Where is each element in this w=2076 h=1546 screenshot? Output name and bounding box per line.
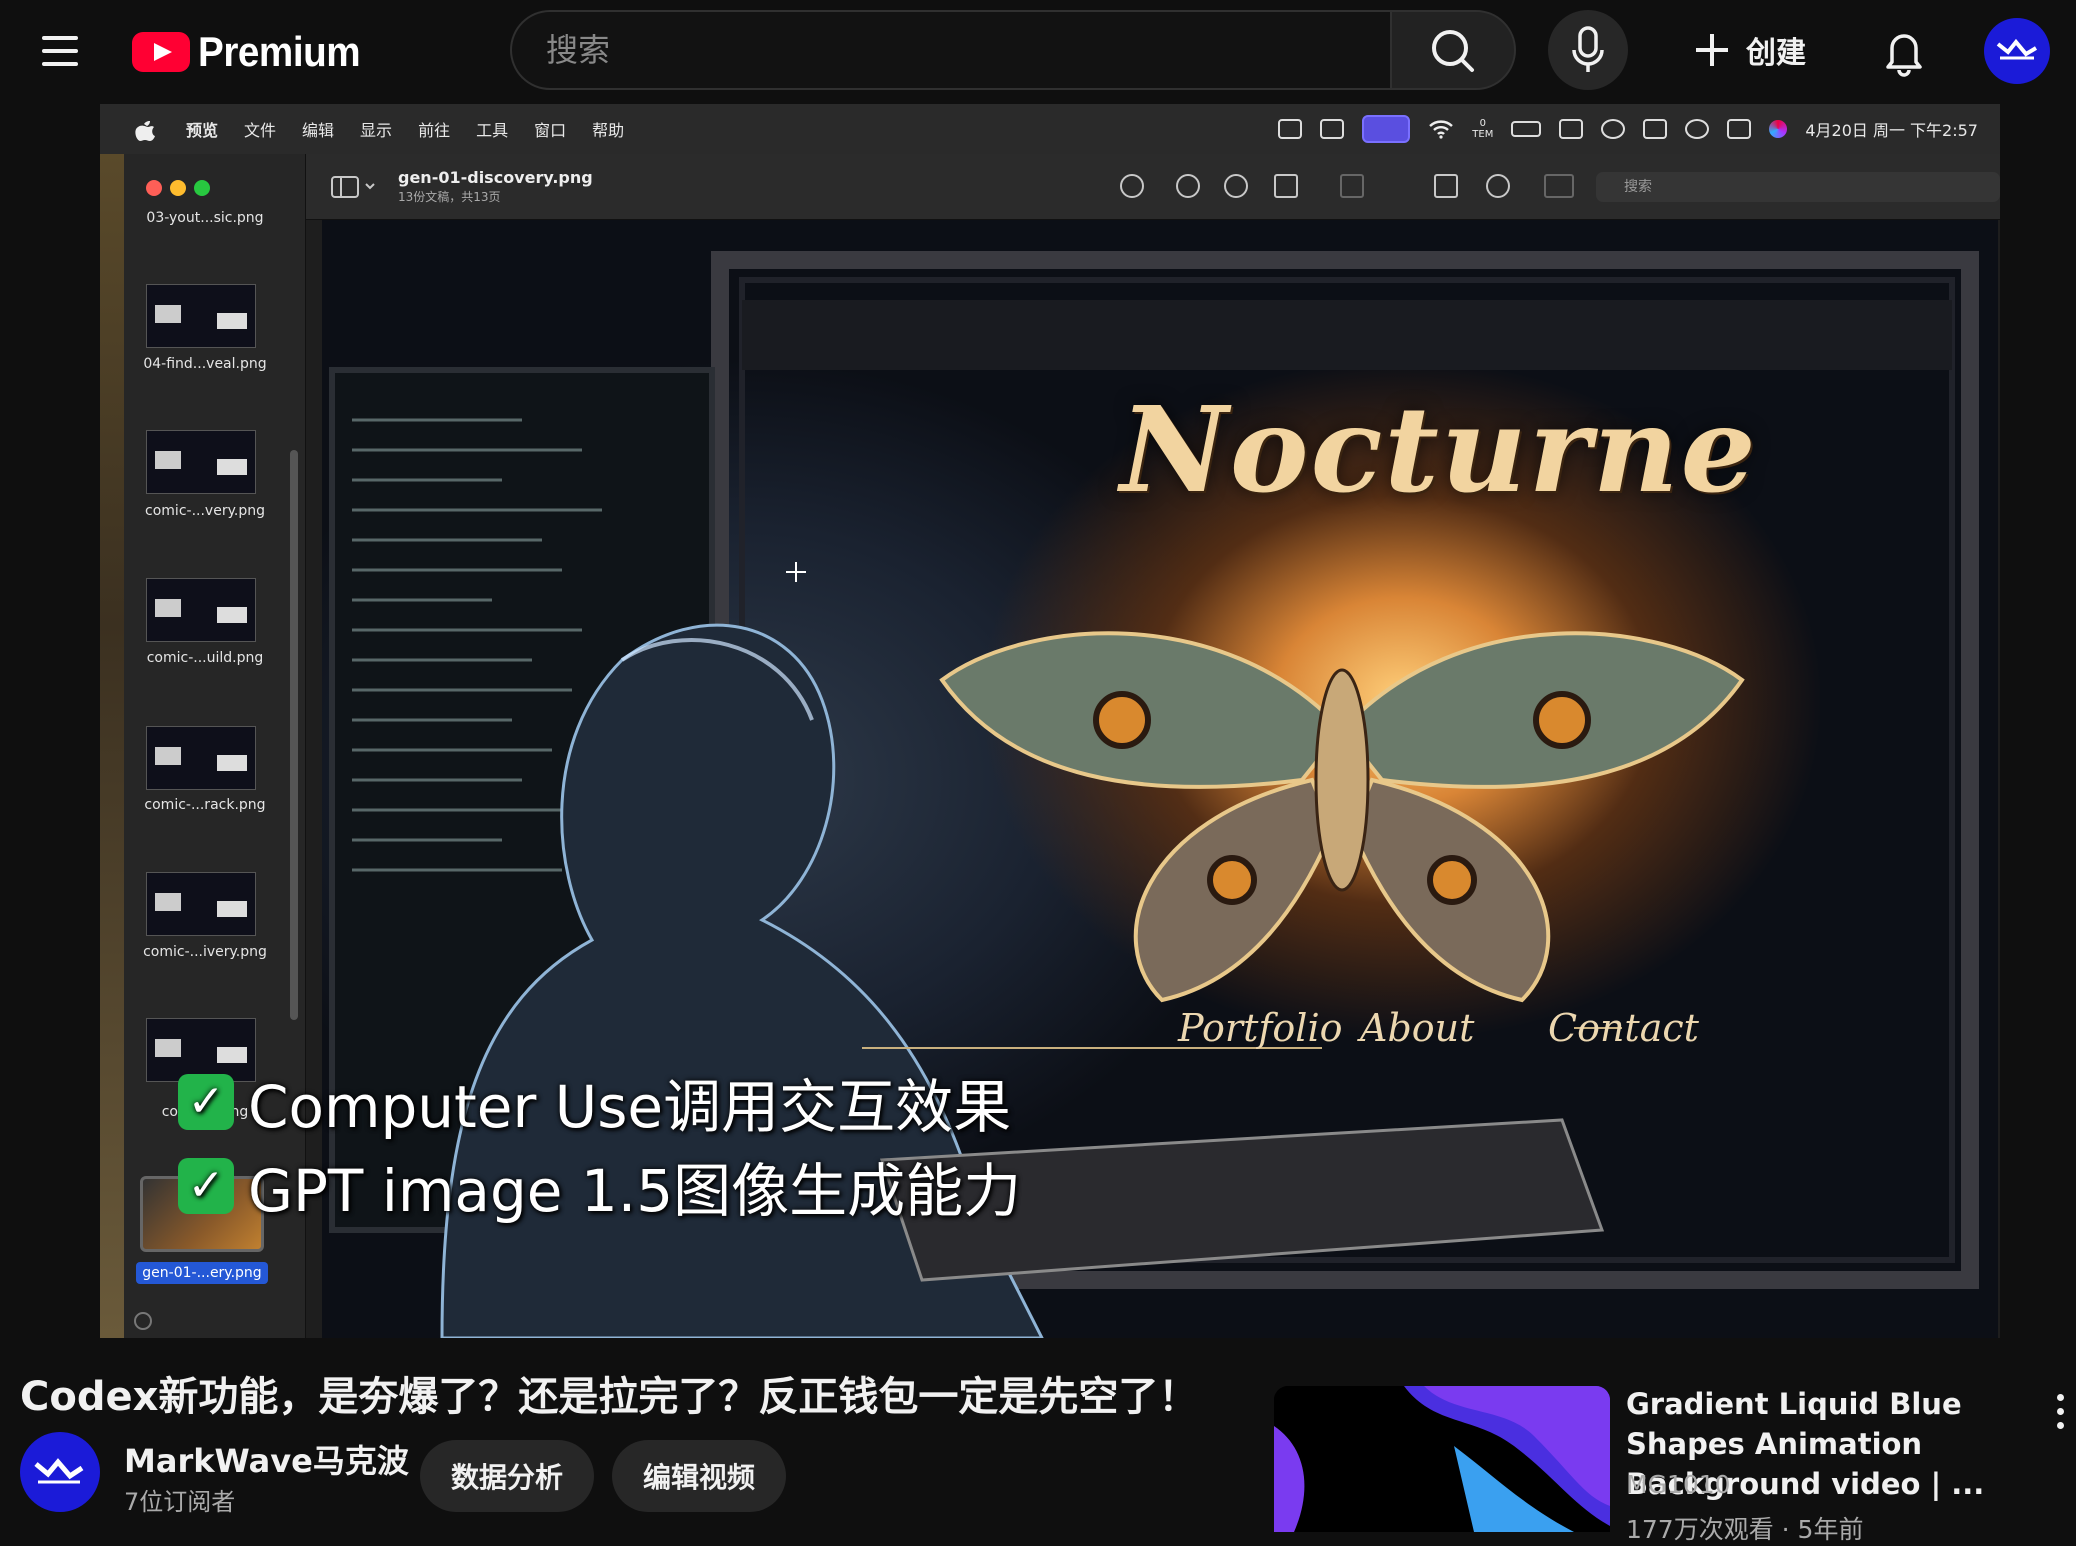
gradient-liquid-thumbnail <box>1274 1386 1610 1532</box>
caption-text-2: GPT image 1.5图像生成能力 <box>248 1157 1022 1225</box>
temperature-readout[interactable]: 0 TEM <box>1472 118 1493 140</box>
channel-logo-icon <box>34 1458 84 1484</box>
artwork-title: Nocturne <box>1120 380 1758 519</box>
siri-icon[interactable] <box>1769 120 1788 138</box>
annotate-icon[interactable] <box>1544 174 1574 198</box>
artwork-nav-about: About <box>1360 1006 1475 1050</box>
control-center-icon[interactable] <box>1727 119 1752 139</box>
mac-menu-file[interactable]: 文件 <box>244 117 276 141</box>
accessibility-icon[interactable] <box>1685 119 1710 139</box>
crosshair-cursor-icon <box>786 562 806 582</box>
markup-pen-icon[interactable] <box>1340 174 1364 198</box>
share-icon[interactable] <box>1274 174 1298 198</box>
recommended-video-channel[interactable]: MG1010 <box>1626 1470 1731 1499</box>
x-app-icon[interactable] <box>1278 119 1303 139</box>
edit-video-button[interactable]: 编辑视频 <box>612 1440 786 1512</box>
caption-text-1: Computer Use调用交互效果 <box>248 1073 1012 1141</box>
bell-icon <box>1886 34 1922 77</box>
temperature-value: 0 <box>1479 118 1486 129</box>
wifi-icon[interactable] <box>1428 119 1454 139</box>
mac-menu-bar: 预览 文件 编辑 显示 前往 工具 窗口 帮助 0 TEM 4月20日 周一 下… <box>100 104 2000 154</box>
recommended-video-thumbnail[interactable] <box>1274 1386 1610 1532</box>
channel-avatar[interactable] <box>20 1432 100 1512</box>
mac-menu-edit[interactable]: 编辑 <box>302 117 334 141</box>
search-icon <box>1432 30 1474 72</box>
apple-icon <box>135 121 155 141</box>
create-button[interactable]: 创建 <box>1692 20 1832 80</box>
screen-mirroring-icon[interactable] <box>1362 115 1411 143</box>
mac-menu-tools[interactable]: 工具 <box>476 117 508 141</box>
artwork-nav-portfolio: Portfolio <box>1178 1006 1343 1050</box>
video-background-strip <box>100 150 124 1338</box>
logo-text: Premium <box>198 28 361 75</box>
artwork-nav-contact: Contact <box>1548 1006 1699 1050</box>
checkmark-icon: ✓ <box>178 1158 234 1214</box>
channel-name[interactable]: MarkWave马克波 <box>124 1436 409 1482</box>
video-title: Codex新功能，是夯爆了？还是拉完了？反正钱包一定是先空了！ <box>20 1374 1199 1420</box>
video-caption-line-1: ✓ Computer Use调用交互效果 <box>178 1060 1011 1144</box>
markup-icon[interactable] <box>1486 174 1510 198</box>
close-window-button[interactable] <box>146 180 162 196</box>
display-icon[interactable] <box>1643 119 1668 139</box>
moth-illustration <box>939 631 1745 1003</box>
page-thumbnail[interactable] <box>146 430 256 494</box>
search-box[interactable] <box>510 10 1390 90</box>
mac-menu-help[interactable]: 帮助 <box>592 117 624 141</box>
voice-search-button[interactable] <box>1548 10 1628 90</box>
youtube-play-icon <box>132 32 190 72</box>
checkmark-icon: ✓ <box>178 1074 234 1130</box>
sidebar-toggle-icon[interactable] <box>330 174 380 200</box>
thumbnail-label[interactable]: comic-...rack.png <box>126 797 284 813</box>
zoom-out-icon[interactable] <box>1176 174 1200 198</box>
account-avatar[interactable] <box>1984 18 2050 84</box>
mac-menu-window[interactable]: 窗口 <box>534 117 566 141</box>
rotate-icon[interactable] <box>1434 174 1458 198</box>
more-options-icon[interactable] <box>2050 1390 2070 1434</box>
app-status-icon[interactable] <box>1320 119 1345 139</box>
microphone-icon <box>1572 26 1604 72</box>
temperature-unit: TEM <box>1472 129 1494 140</box>
page-thumbnail[interactable] <box>146 284 256 348</box>
analytics-button[interactable]: 数据分析 <box>420 1440 594 1512</box>
subscriber-count: 7位订阅者 <box>124 1488 236 1516</box>
create-label: 创建 <box>1746 36 1806 71</box>
page-thumbnail[interactable] <box>146 726 256 790</box>
page-thumbnail[interactable] <box>146 872 256 936</box>
recommended-video-meta: 177万次观看 · 5年前 <box>1626 1515 1864 1544</box>
add-page-icon[interactable] <box>134 1312 152 1330</box>
plus-icon <box>1696 34 1728 66</box>
video-caption-line-2: ✓ GPT image 1.5图像生成能力 <box>178 1144 1021 1228</box>
thumbnail-label[interactable]: comic-...ivery.png <box>126 944 284 960</box>
menu-icon[interactable] <box>34 30 86 72</box>
info-icon[interactable] <box>1120 174 1144 198</box>
search-input[interactable] <box>512 12 1390 88</box>
thumbnail-label[interactable]: 04-find...veal.png <box>126 356 284 372</box>
mac-menu-view[interactable]: 显示 <box>360 117 392 141</box>
thumbnail-label[interactable]: comic-...very.png <box>126 503 284 519</box>
mac-status-area: 0 TEM 4月20日 周一 下午2:57 <box>1278 104 1978 154</box>
minimize-window-button[interactable] <box>170 180 186 196</box>
document-subtitle: 13份文稿，共13页 <box>398 190 501 204</box>
channel-logo-icon <box>1996 38 2038 60</box>
thumbnail-label[interactable]: 03-yout...sic.png <box>126 210 284 226</box>
document-title: gen-01-discovery.png <box>398 168 593 187</box>
youtube-logo[interactable]: Premium <box>132 28 374 76</box>
mac-menu-go[interactable]: 前往 <box>418 117 450 141</box>
selected-thumbnail-label[interactable]: gen-01-...ery.png <box>136 1262 268 1284</box>
zoom-window-button[interactable] <box>194 180 210 196</box>
menu-bar-clock[interactable]: 4月20日 周一 下午2:57 <box>1805 117 1978 141</box>
sidebar-scrollbar[interactable] <box>290 450 298 1020</box>
focus-icon[interactable] <box>1601 119 1626 139</box>
preview-search-field[interactable]: 搜索 <box>1596 172 2000 202</box>
page-thumbnail[interactable] <box>146 578 256 642</box>
keyboard-icon[interactable] <box>1559 119 1584 139</box>
mac-menu-preview[interactable]: 预览 <box>186 117 218 141</box>
notifications-button[interactable] <box>1872 20 1936 84</box>
zoom-in-icon[interactable] <box>1224 174 1248 198</box>
search-button[interactable] <box>1390 10 1516 90</box>
battery-icon[interactable] <box>1511 121 1542 137</box>
thumbnail-label[interactable]: comic-...uild.png <box>126 650 284 666</box>
